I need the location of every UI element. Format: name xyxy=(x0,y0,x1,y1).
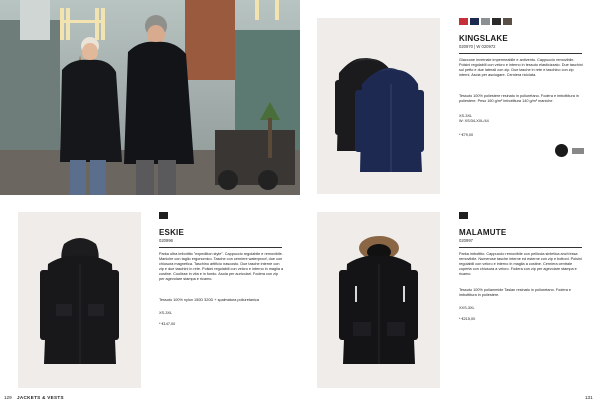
certification-text-mark xyxy=(572,148,584,154)
malamute-fabric: Tessuto 100% poliammide Taslan resinato … xyxy=(459,288,572,297)
kingslake-divider xyxy=(459,53,582,54)
kingslake-title: KINGSLAKE xyxy=(459,34,508,43)
kingslake-code: 020970 | W 020972 xyxy=(459,44,496,49)
malamute-title: MALAMUTE xyxy=(459,228,507,237)
eskie-parka-illustration xyxy=(40,238,119,364)
certification-seal-icon xyxy=(555,144,568,157)
eskie-color-swatches xyxy=(159,212,168,219)
eskie-code: 020996 xyxy=(159,238,173,243)
eskie-product-image xyxy=(18,212,141,388)
malamute-parka-illustration xyxy=(339,236,418,364)
color-swatch xyxy=(503,18,512,25)
color-swatch xyxy=(470,18,479,25)
malamute-divider xyxy=(459,247,582,248)
eskie-fabric: Tessuto 100% nylon 150D 320D + spalmatur… xyxy=(159,298,259,302)
eskie-divider xyxy=(159,247,282,248)
left-page-number: 129 xyxy=(4,395,12,400)
kingslake-product-image xyxy=(317,18,440,194)
color-swatch xyxy=(459,212,468,219)
lifestyle-photo-illustration xyxy=(0,0,300,195)
malamute-product-image xyxy=(317,212,440,388)
kingslake-description: Giaccone invernale impermeabile e antive… xyxy=(459,58,583,77)
color-swatch xyxy=(159,212,168,219)
malamute-code: 020997 xyxy=(459,238,473,243)
malamute-description: Parka imbottito. Cappuccio removibile co… xyxy=(459,252,582,276)
eskie-title: ESKIE xyxy=(159,228,185,237)
color-swatch xyxy=(459,18,468,25)
kingslake-sizes-women: W: XS/34-XXL/44 xyxy=(459,119,489,123)
malamute-color-swatches xyxy=(459,212,468,219)
kingslake-color-swatches xyxy=(459,18,512,25)
eskie-sizes: XS-3XL xyxy=(159,311,173,315)
malamute-sizes: XXS-3XL xyxy=(459,306,475,310)
eskie-price: * €147,00 xyxy=(159,322,176,326)
malamute-price: * €215,00 xyxy=(459,317,476,321)
lifestyle-photo xyxy=(0,0,300,195)
kingslake-jackets-illustration xyxy=(335,58,424,172)
color-swatch xyxy=(481,18,490,25)
right-page-number: 131 xyxy=(585,395,593,400)
kingslake-fabric: Tessuto 100% poliestere resinato in poli… xyxy=(459,94,579,103)
kingslake-price: * €79,00 xyxy=(459,133,474,137)
color-swatch xyxy=(492,18,501,25)
eskie-description: Parka ultra imbottito "expedition style"… xyxy=(159,252,284,281)
section-title: JACKETS & VESTS xyxy=(17,395,64,400)
